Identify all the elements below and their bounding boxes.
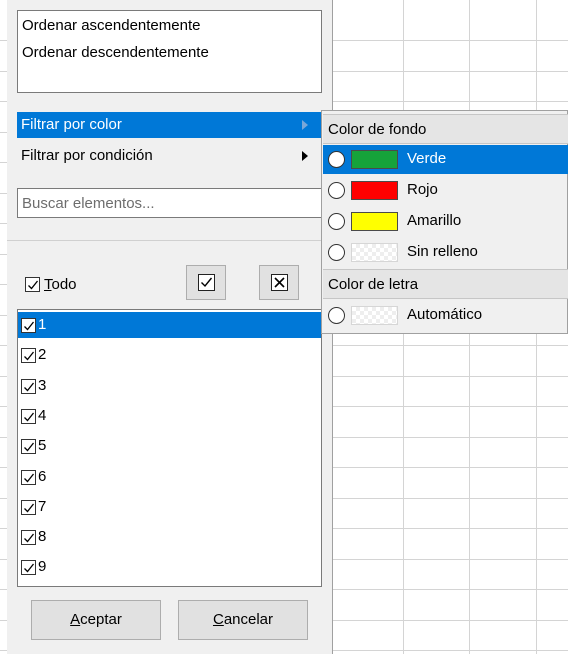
color-swatch [351,212,398,231]
check-icon [24,412,35,422]
value-label: 3 [38,376,47,394]
check-icon [24,503,35,513]
filter-color-submenu: Color de fondo Verde Rojo Amarillo Sin rell… [321,110,568,334]
color-label: Sin relleno [407,243,478,260]
check-icon [24,321,35,331]
value-label: 9 [38,558,47,576]
check-icon [28,280,39,290]
value-label: 2 [38,346,47,364]
filter-by-color-label: Filtrar por color [21,116,122,133]
autofilter-popup: Ordenar ascendentemente Ordenar descende… [7,0,333,654]
select-all-checkbox[interactable] [25,277,40,292]
value-checkbox[interactable] [21,530,36,546]
value-row[interactable]: 6 [18,464,321,490]
value-label: 4 [38,406,47,424]
color-option[interactable]: Verde [323,145,568,174]
color-option[interactable]: Automático [323,301,568,330]
ok-button[interactable]: Aceptar [31,600,161,640]
value-checkbox[interactable] [21,499,36,515]
color-swatch [351,181,398,200]
color-label: Automático [407,306,483,323]
radio-button[interactable] [328,244,345,261]
uncheck-all-button[interactable] [259,265,299,300]
value-checkbox[interactable] [21,439,36,455]
radio-button[interactable] [328,151,345,168]
search-field[interactable] [17,188,322,218]
filter-by-color-item[interactable]: Filtrar por color [17,112,322,138]
value-row[interactable]: 4 [18,403,321,429]
check-icon [24,442,35,452]
check-icon [24,382,35,392]
check-icon [24,533,35,543]
sort-options-box: Ordenar ascendentemente Ordenar descende… [17,10,322,93]
radio-button[interactable] [328,307,345,324]
radio-button[interactable] [328,182,345,199]
submenu-arrow-icon [302,151,308,161]
color-label: Verde [407,150,447,167]
check-all-button[interactable] [186,265,226,300]
value-row[interactable]: 5 [18,433,321,459]
radio-button[interactable] [328,213,345,230]
color-label: Rojo [407,181,438,198]
value-row[interactable]: 7 [18,494,321,520]
value-row[interactable]: 2 [18,342,321,368]
color-swatch [351,243,398,262]
color-swatch [351,306,398,325]
value-checkbox[interactable] [21,469,36,485]
color-option[interactable]: Rojo [323,176,568,205]
check-square-icon [198,274,215,291]
value-row[interactable]: 8 [18,524,321,550]
value-checkbox[interactable] [21,318,36,333]
submenu-arrow-icon [302,120,308,130]
check-icon [24,473,35,482]
filter-by-condition-item[interactable]: Filtrar por condición [17,143,322,169]
check-icon [24,563,35,573]
value-row[interactable]: 9 [18,554,321,580]
value-checkbox[interactable] [21,348,36,364]
color-label: Amarillo [407,212,462,229]
search-input[interactable] [18,189,321,217]
value-label: 5 [38,437,47,455]
value-row[interactable]: 3 [18,373,321,399]
value-checkbox[interactable] [21,560,36,576]
value-list[interactable]: 1 2 3 4 5 6 7 8 9 [17,309,322,587]
value-checkbox[interactable] [21,378,36,394]
text-color-header: Color de letra [323,269,568,299]
divider [7,240,333,241]
color-option[interactable]: Sin relleno [323,238,568,267]
background-color-header: Color de fondo [323,114,568,144]
check-icon [24,351,35,361]
color-option[interactable]: Amarillo [323,207,568,236]
value-label: 6 [38,467,47,485]
x-square-icon [271,274,288,291]
cancel-button[interactable]: Cancelar [178,600,308,640]
sort-ascending-item[interactable]: Ordenar ascendentemente [18,13,323,39]
color-swatch [351,150,398,169]
value-checkbox[interactable] [21,408,36,424]
value-label: 1 [38,316,47,333]
filter-by-condition-label: Filtrar por condición [21,147,153,164]
value-row[interactable]: 1 [18,312,321,338]
value-label: 7 [38,497,47,515]
value-label: 8 [38,528,47,546]
sort-descending-item[interactable]: Ordenar descendentemente [18,40,323,66]
select-all-label: Todo [44,276,77,293]
